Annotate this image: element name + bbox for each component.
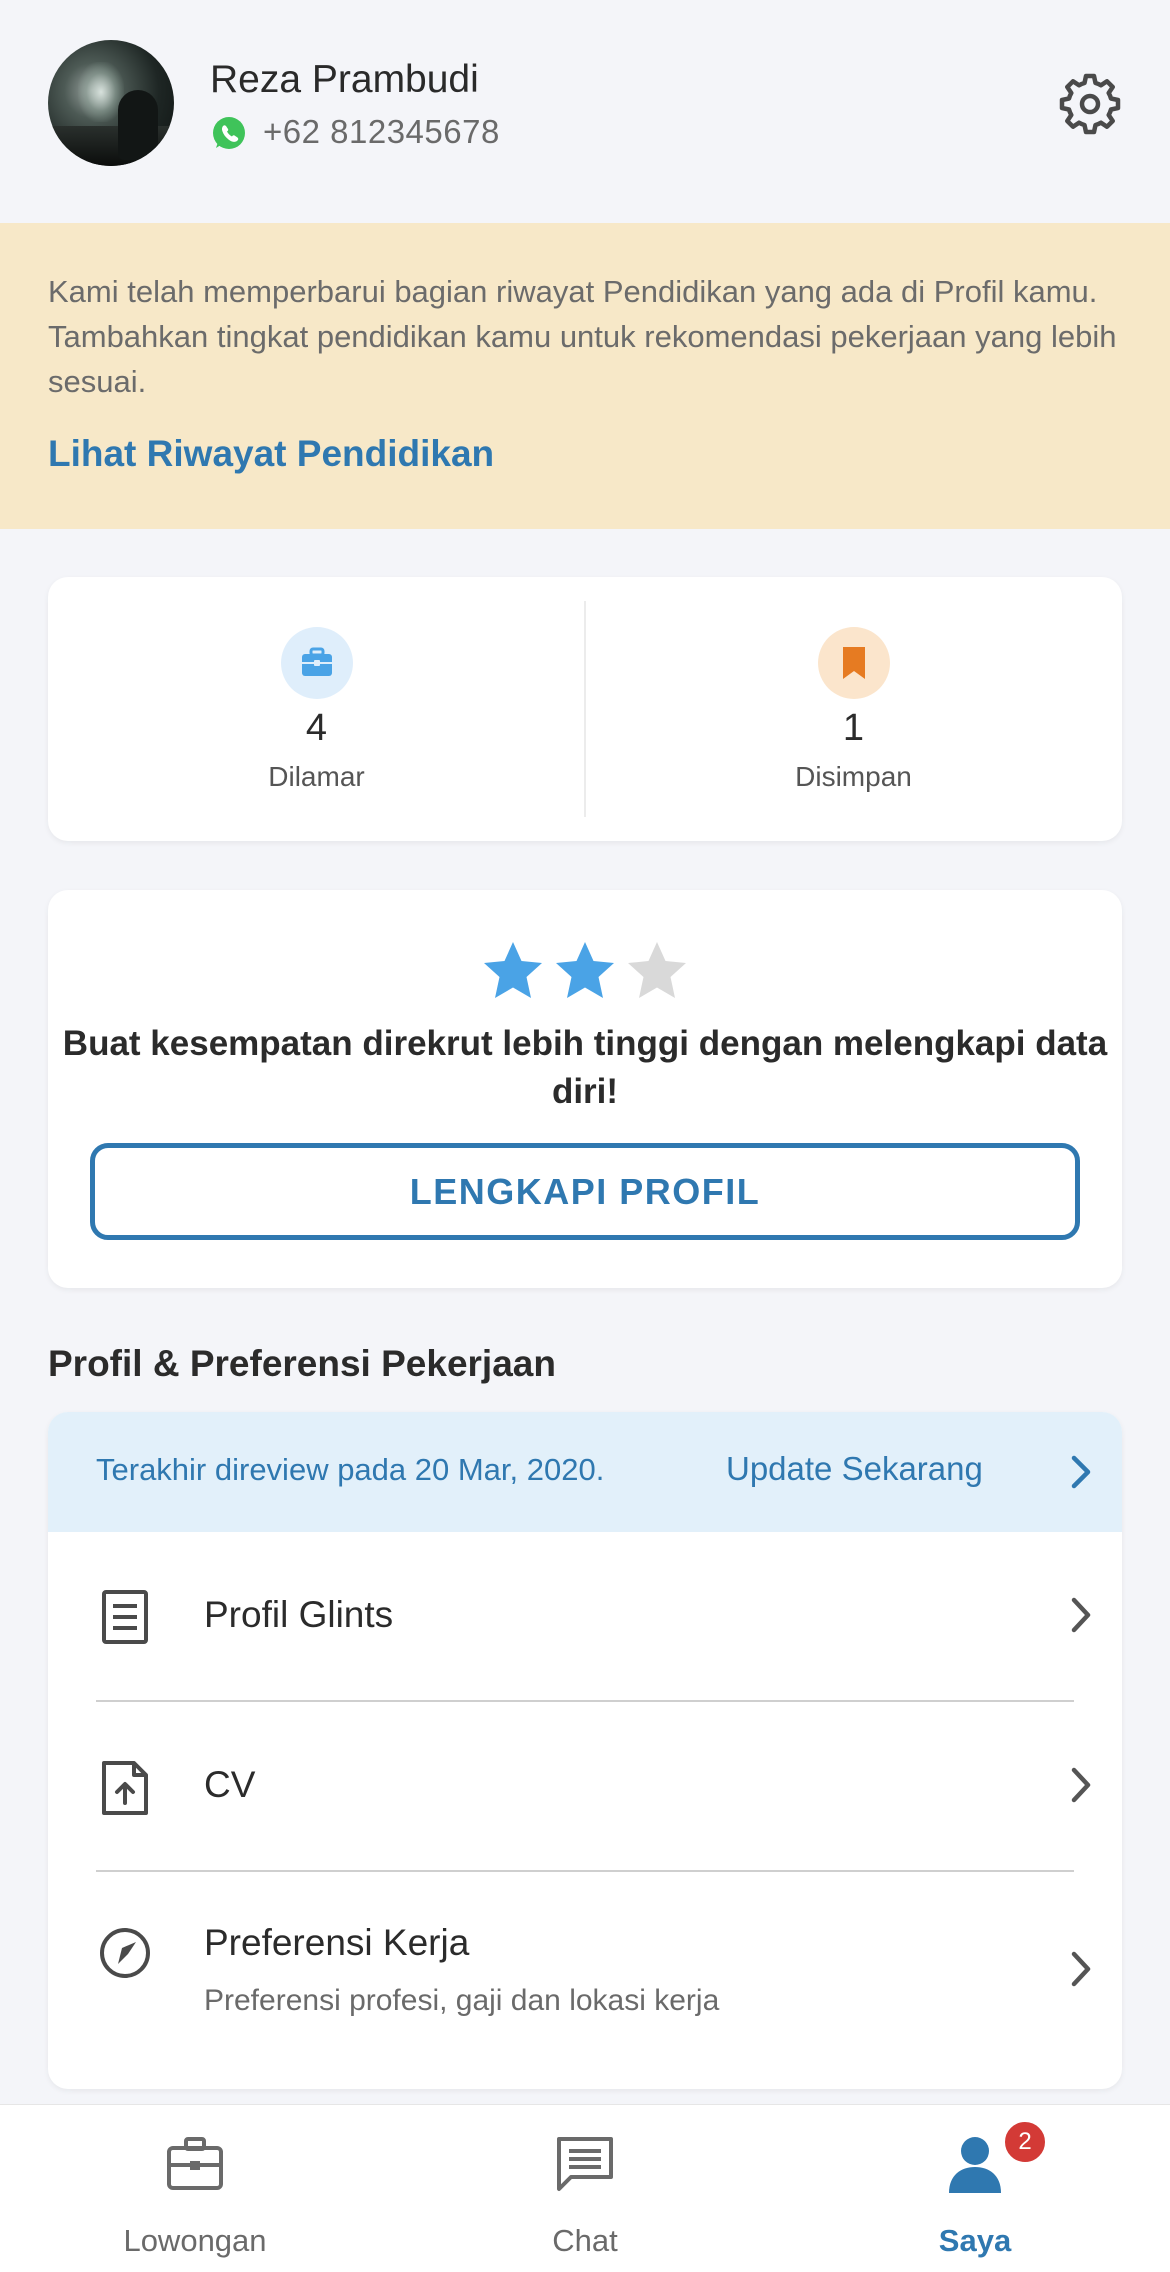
profile-completion-card: Buat kesempatan direkrut lebih tinggi de… — [48, 890, 1122, 1288]
star-filled-icon — [556, 942, 614, 998]
menu-item-label: Preferensi Kerja — [204, 1922, 470, 1963]
menu-item-preferensi-kerja[interactable]: Preferensi Kerja Preferensi profesi, gaj… — [48, 1872, 1122, 2089]
user-icon — [949, 2137, 1001, 2193]
update-now-link[interactable]: Update Sekarang — [726, 1450, 983, 1488]
gear-icon[interactable] — [1058, 72, 1122, 136]
chevron-right-icon — [1071, 1597, 1091, 1633]
star-empty-icon — [628, 942, 686, 998]
complete-profile-button[interactable]: LENGKAPI PROFIL — [90, 1143, 1080, 1240]
briefcase-icon — [281, 627, 353, 699]
profile-rating — [48, 938, 1122, 1008]
whatsapp-icon — [213, 117, 245, 149]
education-update-banner: Kami telah memperbarui bagian riwayat Pe… — [0, 223, 1170, 529]
chat-icon — [557, 2137, 613, 2191]
compass-icon — [100, 1928, 150, 1978]
applied-stat[interactable]: 4 Dilamar — [48, 577, 585, 841]
promo-text: Buat kesempatan direkrut lebih tinggi de… — [62, 1024, 1108, 1111]
menu-item-profil-glints[interactable]: Profil Glints — [48, 1532, 1122, 1702]
profile-preferences-card: Terakhir direview pada 20 Mar, 2020. Upd… — [48, 1412, 1122, 2089]
menu-item-label: Profil Glints — [204, 1594, 394, 1635]
saved-label: Disimpan — [795, 761, 912, 792]
menu-item-cv[interactable]: CV — [48, 1702, 1122, 1872]
bottom-navigation: Lowongan Chat 2 Saya — [0, 2104, 1170, 2272]
avatar[interactable] — [48, 40, 174, 166]
nav-tab-chat[interactable]: Chat — [390, 2105, 780, 2272]
briefcase-icon — [167, 2137, 223, 2190]
section-title: Profil & Preferensi Pekerjaan — [48, 1343, 556, 1384]
nav-tab-saya[interactable]: 2 Saya — [780, 2105, 1170, 2272]
review-text: Terakhir direview pada 20 Mar, 2020. — [96, 1452, 605, 1487]
menu-item-sublabel: Preferensi profesi, gaji dan lokasi kerj… — [204, 1984, 720, 2017]
applied-count: 4 — [305, 707, 328, 749]
file-upload-icon — [102, 1761, 148, 1815]
stats-card: 4 Dilamar 1 Disimpan — [48, 577, 1122, 841]
banner-message: Kami telah memperbarui bagian riwayat Pe… — [48, 274, 1117, 399]
phone-number: +62 812345678 — [263, 113, 500, 150]
chevron-right-icon — [1071, 1951, 1091, 1987]
nav-label: Lowongan — [123, 2223, 267, 2258]
bookmark-icon — [818, 627, 890, 699]
chevron-right-icon — [1071, 1767, 1091, 1803]
notification-badge: 2 — [1002, 2119, 1048, 2165]
user-name: Reza Prambudi — [210, 58, 479, 101]
nav-label: Chat — [552, 2223, 618, 2258]
saved-stat[interactable]: 1 Disimpan — [585, 577, 1122, 841]
chevron-right-icon[interactable] — [1066, 1452, 1096, 1492]
education-history-link[interactable]: Lihat Riwayat Pendidikan — [48, 433, 494, 475]
nav-tab-lowongan[interactable]: Lowongan — [0, 2105, 390, 2272]
menu-item-label: CV — [204, 1764, 256, 1805]
applied-label: Dilamar — [268, 761, 365, 792]
nav-label: Saya — [938, 2223, 1012, 2258]
star-filled-icon — [484, 942, 542, 998]
profile-header: Reza Prambudi +62 812345678 — [0, 0, 1170, 223]
saved-count: 1 — [842, 707, 865, 749]
document-icon — [102, 1590, 148, 1644]
review-bar: Terakhir direview pada 20 Mar, 2020. Upd… — [48, 1412, 1122, 1532]
